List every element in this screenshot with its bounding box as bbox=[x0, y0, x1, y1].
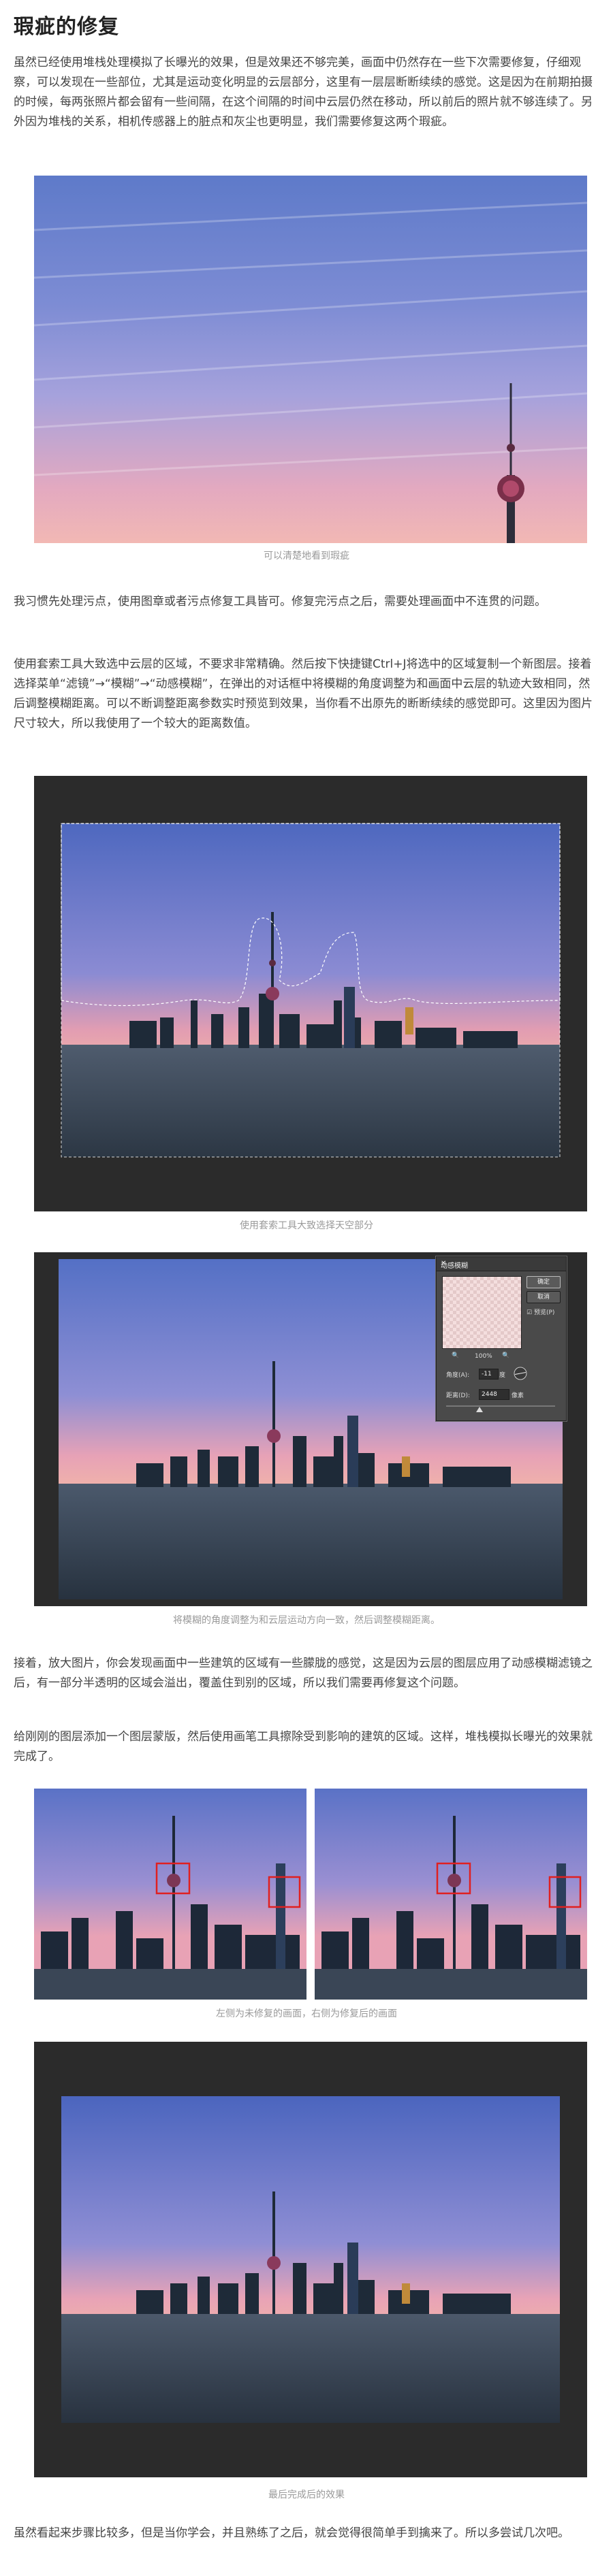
preview-checkbox[interactable]: ☑ 预览(P) bbox=[526, 1307, 554, 1316]
caption-4: 左侧为未修复的画面，右侧为修复后的画面 bbox=[216, 2008, 397, 2019]
blur-preview[interactable] bbox=[442, 1276, 522, 1349]
distance-unit: 像素 bbox=[512, 1392, 524, 1399]
before-photo-graphic bbox=[34, 1789, 306, 2000]
ok-button[interactable]: 确定 bbox=[526, 1276, 561, 1288]
zoom-out-icon[interactable]: 🔍 bbox=[452, 1352, 459, 1359]
sky-photo-graphic bbox=[34, 176, 587, 543]
paragraph-layer-mask: 给刚刚的图层添加一个图层蒙版，然后使用画笔工具擦除受到影响的建筑的区域。这样，堆… bbox=[14, 1730, 593, 1763]
article-title: 瑕疵的修复 bbox=[14, 15, 119, 39]
after-photo-graphic bbox=[315, 1789, 587, 2000]
angle-unit: 度 bbox=[499, 1372, 506, 1379]
lasso-photo-graphic bbox=[61, 823, 561, 1158]
motion-blur-dialog[interactable]: 动感模糊 ✕ 确定 取消 ☑ 预览(P) 🔍 100% 🔍 角度(A): -11… bbox=[436, 1256, 567, 1421]
angle-label: 角度(A): bbox=[446, 1372, 470, 1379]
angle-input[interactable]: -11 bbox=[479, 1369, 499, 1380]
paragraph-lasso-blur: 使用套索工具大致选中云层的区域，不要求非常精确。然后按下快捷键Ctrl+J将选中… bbox=[14, 657, 593, 730]
photo-sky-flaws bbox=[34, 176, 587, 543]
caption-1: 可以清楚地看到瑕疵 bbox=[264, 551, 349, 561]
photo-before-repair bbox=[34, 1789, 306, 2000]
angle-dial-icon[interactable] bbox=[513, 1366, 528, 1381]
caption-2: 使用套索工具大致选择天空部分 bbox=[240, 1220, 373, 1231]
paragraph-conclusion: 虽然看起来步骤比较多，但是当你学会，并且熟练了之后，就会觉得很简单手到擒来了。所… bbox=[14, 2526, 569, 2540]
dialog-titlebar[interactable]: 动感模糊 ✕ bbox=[437, 1257, 566, 1271]
distance-input[interactable]: 2448 bbox=[479, 1389, 509, 1400]
caption-3: 将模糊的角度调整为和云层运动方向一致，然后调整模糊距离。 bbox=[173, 1615, 440, 1626]
paragraph-building-haze: 接着，放大图片，你会发现画面中一些建筑的区域有一些朦胧的感觉，这是因为云层的图层… bbox=[14, 1657, 593, 1690]
zoom-in-icon[interactable]: 🔍 bbox=[502, 1352, 509, 1359]
article-page: 瑕疵的修复 虽然已经使用堆栈处理模拟了长曝光的效果，但是效果还不够完美，画面中仍… bbox=[0, 0, 613, 2576]
preview-label: 预览(P) bbox=[533, 1309, 555, 1316]
distance-slider-thumb[interactable] bbox=[476, 1407, 483, 1412]
paragraph-spot-removal: 我习惯先处理污点，使用图章或者污点修复工具皆可。修复完污点之后，需要处理画面中不… bbox=[14, 595, 546, 608]
photo-lasso-selection bbox=[34, 776, 587, 1211]
cancel-button[interactable]: 取消 bbox=[526, 1291, 561, 1303]
caption-5: 最后完成后的效果 bbox=[268, 2490, 345, 2500]
checkbox-icon: ☑ bbox=[526, 1309, 533, 1316]
close-icon[interactable]: ✕ bbox=[441, 1260, 563, 1267]
paragraph-intro: 虽然已经使用堆栈处理模拟了长曝光的效果，但是效果还不够完美，画面中仍然存在一些下… bbox=[14, 56, 593, 129]
photo-after-repair bbox=[315, 1789, 587, 2000]
distance-label: 距离(D): bbox=[446, 1392, 470, 1399]
photo-final-result bbox=[34, 2042, 587, 2477]
distance-slider[interactable] bbox=[446, 1405, 555, 1407]
zoom-level: 100% bbox=[475, 1353, 492, 1360]
final-photo-graphic bbox=[61, 2096, 560, 2423]
